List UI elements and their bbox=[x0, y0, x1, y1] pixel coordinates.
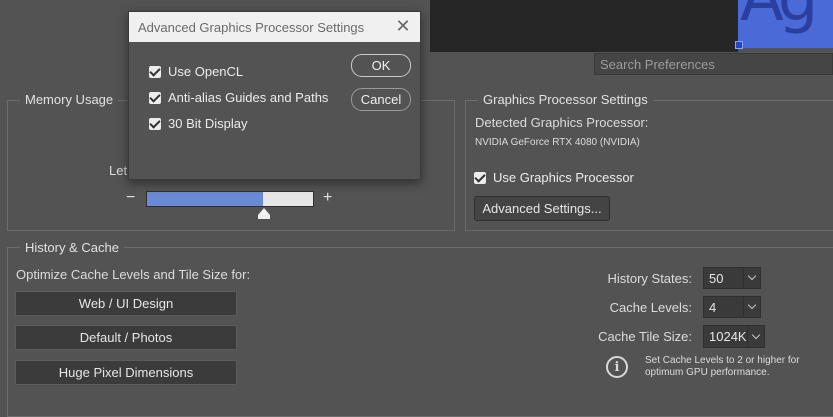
cancel-button[interactable]: Cancel bbox=[351, 88, 411, 111]
history-states-select[interactable]: 50 bbox=[703, 267, 761, 289]
anti-alias-option[interactable]: Anti-alias Guides and Paths bbox=[149, 90, 328, 105]
cache-info-text: Set Cache Levels to 2 or higher for opti… bbox=[645, 355, 800, 379]
canvas-preview: Ag bbox=[738, 0, 833, 48]
canvas-glyph: Ag bbox=[740, 0, 818, 36]
cache-tile-size-value: 1024K bbox=[709, 329, 747, 344]
advanced-settings-button[interactable]: Advanced Settings... bbox=[474, 196, 610, 221]
gpu-settings-title: Graphics Processor Settings bbox=[478, 92, 653, 107]
thirty-bit-display-checkbox[interactable] bbox=[149, 117, 161, 130]
use-gpu-label: Use Graphics Processor bbox=[493, 170, 634, 185]
history-cache-title: History & Cache bbox=[20, 240, 124, 255]
memory-increase-button[interactable]: + bbox=[323, 189, 332, 207]
memory-decrease-button[interactable]: − bbox=[126, 189, 135, 207]
memory-slider-thumb-base[interactable] bbox=[257, 215, 270, 219]
history-states-label: History States: bbox=[607, 271, 692, 286]
use-opencl-checkbox[interactable] bbox=[149, 65, 161, 78]
document-area bbox=[430, 0, 738, 52]
use-gpu-option[interactable]: Use Graphics Processor bbox=[474, 170, 634, 185]
detected-gpu-label: Detected Graphics Processor: bbox=[475, 115, 649, 130]
chevron-down-icon[interactable] bbox=[743, 268, 760, 288]
use-opencl-label: Use OpenCL bbox=[168, 64, 244, 79]
memory-slider-fill bbox=[147, 192, 264, 206]
advanced-gpu-dialog: Advanced Graphics Processor Settings ✕ U… bbox=[128, 11, 421, 180]
cache-info-line-2: optimum GPU performance. bbox=[645, 367, 770, 378]
search-input[interactable] bbox=[595, 54, 832, 74]
cache-tile-size-select[interactable]: 1024K bbox=[703, 325, 765, 348]
search-field[interactable] bbox=[594, 53, 833, 75]
anti-alias-checkbox[interactable] bbox=[149, 91, 161, 104]
use-opencl-option[interactable]: Use OpenCL bbox=[149, 64, 243, 79]
history-states-value: 50 bbox=[709, 270, 724, 286]
cache-levels-select[interactable]: 4 bbox=[703, 296, 761, 318]
web-ui-design-button[interactable]: Web / UI Design bbox=[15, 291, 237, 316]
anti-alias-label: Anti-alias Guides and Paths bbox=[168, 90, 329, 105]
cache-levels-label: Cache Levels: bbox=[609, 300, 692, 315]
huge-pixel-dimensions-button[interactable]: Huge Pixel Dimensions bbox=[15, 360, 237, 385]
memory-partial-label: Let bbox=[109, 163, 128, 178]
default-photos-button[interactable]: Default / Photos bbox=[15, 325, 237, 350]
optimize-label: Optimize Cache Levels and Tile Size for: bbox=[16, 267, 251, 282]
info-icon: i bbox=[606, 356, 628, 378]
memory-slider-thumb[interactable] bbox=[257, 208, 270, 215]
ok-button[interactable]: OK bbox=[351, 54, 411, 77]
memory-usage-title: Memory Usage bbox=[20, 92, 119, 107]
close-icon[interactable]: ✕ bbox=[395, 16, 411, 37]
use-gpu-checkbox[interactable] bbox=[474, 171, 486, 184]
chevron-down-icon[interactable] bbox=[747, 326, 764, 347]
gpu-device-name: NVIDIA GeForce RTX 4080 (NVIDIA) bbox=[475, 137, 640, 148]
cache-tile-size-label: Cache Tile Size: bbox=[598, 329, 692, 344]
dialog-title: Advanced Graphics Processor Settings bbox=[138, 19, 365, 35]
cache-info-line-1: Set Cache Levels to 2 or higher for bbox=[645, 355, 800, 366]
chevron-down-icon[interactable] bbox=[743, 297, 760, 317]
thirty-bit-display-label: 30 Bit Display bbox=[168, 116, 248, 131]
canvas-transform-handle[interactable] bbox=[735, 41, 743, 49]
dialog-title-bar: Advanced Graphics Processor Settings bbox=[129, 12, 420, 42]
thirty-bit-display-option[interactable]: 30 Bit Display bbox=[149, 116, 247, 131]
memory-slider[interactable] bbox=[146, 191, 314, 207]
cache-levels-value: 4 bbox=[709, 299, 717, 315]
